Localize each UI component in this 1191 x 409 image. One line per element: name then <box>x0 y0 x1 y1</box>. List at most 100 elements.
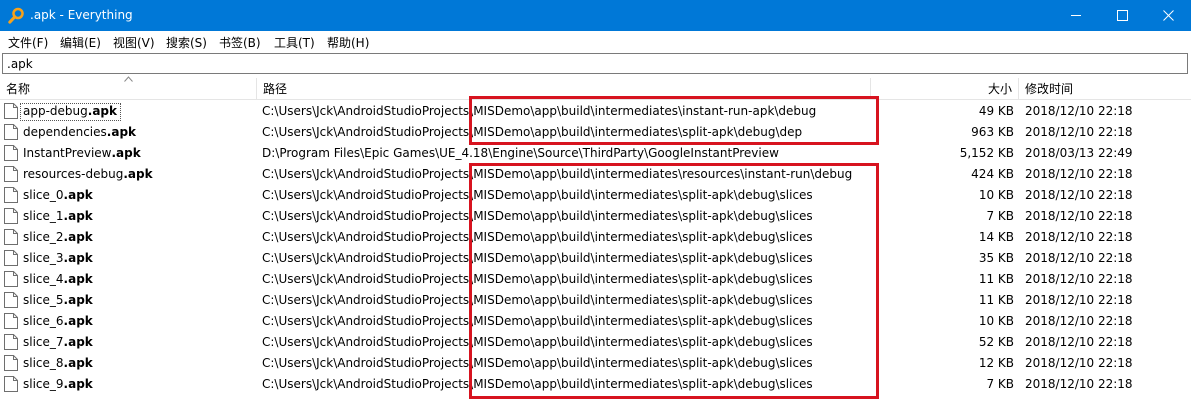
file-name-cell: slice_9.apk <box>4 374 256 395</box>
file-name-ext: .apk <box>111 146 141 160</box>
file-icon <box>4 291 18 308</box>
file-size-cell: 5,152 KB <box>959 146 1014 160</box>
window-title: .apk - Everything <box>30 8 133 22</box>
file-name-base: dependencies <box>23 125 107 139</box>
file-size-cell: 10 KB <box>978 188 1014 202</box>
menu-help[interactable]: 帮助(H) <box>327 34 369 51</box>
file-path-cell: D:\Program Files\Epic Games\UE_4.18\Engi… <box>262 146 779 160</box>
file-name-ext: .apk <box>63 293 93 307</box>
column-path-label: 路径 <box>263 82 288 96</box>
file-icon <box>4 102 18 119</box>
menu-bookmarks[interactable]: 书签(B) <box>219 34 261 51</box>
file-size-cell: 11 KB <box>978 272 1014 286</box>
file-name-cell: InstantPreview.apk <box>4 143 256 164</box>
close-icon <box>1162 10 1174 21</box>
file-name-cell: dependencies.apk <box>4 122 256 143</box>
file-size-cell: 14 KB <box>978 230 1014 244</box>
menu-search[interactable]: 搜索(S) <box>166 34 207 51</box>
file-name-base: slice_3 <box>23 251 64 265</box>
menu-file[interactable]: 文件(F) <box>8 34 48 51</box>
file-icon <box>4 333 18 350</box>
file-size-cell: 7 KB <box>986 209 1014 223</box>
search-input[interactable] <box>2 53 1188 74</box>
file-icon <box>4 144 18 161</box>
file-name-cell: slice_8.apk <box>4 353 256 374</box>
close-button[interactable] <box>1145 0 1191 31</box>
file-size-cell: 35 KB <box>978 251 1014 265</box>
title-bar[interactable]: .apk - Everything <box>0 0 1191 31</box>
file-name-base: slice_5 <box>23 293 64 307</box>
file-name-base: InstantPreview <box>23 146 112 160</box>
file-name-base: slice_6 <box>23 314 64 328</box>
file-name-cell: slice_0.apk <box>4 185 256 206</box>
menu-view[interactable]: 视图(V) <box>113 34 155 51</box>
file-size-cell: 7 KB <box>986 377 1014 391</box>
file-icon <box>4 228 18 245</box>
file-size-cell: 49 KB <box>978 104 1014 118</box>
file-icon <box>4 354 18 371</box>
table-row[interactable]: InstantPreview.apk D:\Program Files\Epic… <box>0 143 1191 164</box>
file-icon <box>4 165 18 182</box>
file-name-cell: slice_2.apk <box>4 227 256 248</box>
file-icon <box>4 123 18 140</box>
menu-bar: 文件(F) 编辑(E) 视图(V) 搜索(S) 书签(B) 工具(T) 帮助(H… <box>0 31 1191 51</box>
minimize-button[interactable] <box>1053 0 1099 31</box>
file-name-base: slice_7 <box>23 335 64 349</box>
file-name-base: slice_4 <box>23 272 64 286</box>
file-name-ext: .apk <box>123 167 153 181</box>
file-size-cell: 52 KB <box>978 335 1014 349</box>
file-name-ext: .apk <box>63 272 93 286</box>
file-name-ext: .apk <box>63 377 93 391</box>
file-icon <box>4 186 18 203</box>
file-name-cell: resources-debug.apk <box>4 164 256 185</box>
file-name-ext: .apk <box>63 314 93 328</box>
column-size-label: 大小 <box>987 82 1012 96</box>
file-name-base: resources-debug <box>23 167 124 181</box>
file-date-cell: 2018/12/10 22:18 <box>1025 356 1133 370</box>
file-name-cell: slice_5.apk <box>4 290 256 311</box>
file-name-cell: slice_6.apk <box>4 311 256 332</box>
column-modified-label: 修改时间 <box>1025 82 1074 96</box>
column-size-header[interactable]: 大小 <box>871 78 1019 100</box>
file-date-cell: 2018/03/13 22:49 <box>1025 146 1133 160</box>
file-name-base: slice_0 <box>23 188 64 202</box>
file-size-cell: 12 KB <box>978 356 1014 370</box>
file-name-ext: .apk <box>63 356 93 370</box>
maximize-button[interactable] <box>1099 0 1145 31</box>
file-name-cell: slice_3.apk <box>4 248 256 269</box>
file-date-cell: 2018/12/10 22:18 <box>1025 125 1133 139</box>
file-name-ext: .apk <box>106 125 137 139</box>
maximize-icon <box>1116 10 1128 21</box>
file-name-ext: .apk <box>87 104 117 118</box>
file-size-cell: 424 KB <box>971 167 1014 181</box>
file-icon <box>4 270 18 287</box>
file-icon <box>4 375 18 392</box>
file-date-cell: 2018/12/10 22:18 <box>1025 377 1133 391</box>
column-name-header[interactable]: 名称 <box>0 76 257 100</box>
file-size-cell: 11 KB <box>978 293 1014 307</box>
file-icon <box>4 312 18 329</box>
file-name-ext: .apk <box>63 188 93 202</box>
file-size-cell: 963 KB <box>971 125 1014 139</box>
file-date-cell: 2018/12/10 22:18 <box>1025 251 1133 265</box>
file-icon <box>4 249 18 266</box>
file-name-ext: .apk <box>63 209 93 223</box>
file-name-cell: app-debug.apk <box>4 101 256 122</box>
file-date-cell: 2018/12/10 22:18 <box>1025 167 1133 181</box>
file-date-cell: 2018/12/10 22:18 <box>1025 104 1133 118</box>
file-name-ext: .apk <box>63 230 93 244</box>
file-icon <box>4 207 18 224</box>
file-name-ext: .apk <box>63 251 93 265</box>
file-size-cell: 10 KB <box>978 314 1014 328</box>
menu-edit[interactable]: 编辑(E) <box>60 34 101 51</box>
file-date-cell: 2018/12/10 22:18 <box>1025 314 1133 328</box>
file-date-cell: 2018/12/10 22:18 <box>1025 188 1133 202</box>
column-modified-header[interactable]: 修改时间 <box>1019 78 1191 100</box>
file-name-ext: .apk <box>63 335 93 349</box>
file-name-base: app-debug <box>23 104 88 118</box>
file-date-cell: 2018/12/10 22:18 <box>1025 209 1133 223</box>
file-name-cell: slice_1.apk <box>4 206 256 227</box>
menu-tools[interactable]: 工具(T) <box>274 34 315 51</box>
file-name-base: slice_2 <box>23 230 64 244</box>
file-date-cell: 2018/12/10 22:18 <box>1025 293 1133 307</box>
